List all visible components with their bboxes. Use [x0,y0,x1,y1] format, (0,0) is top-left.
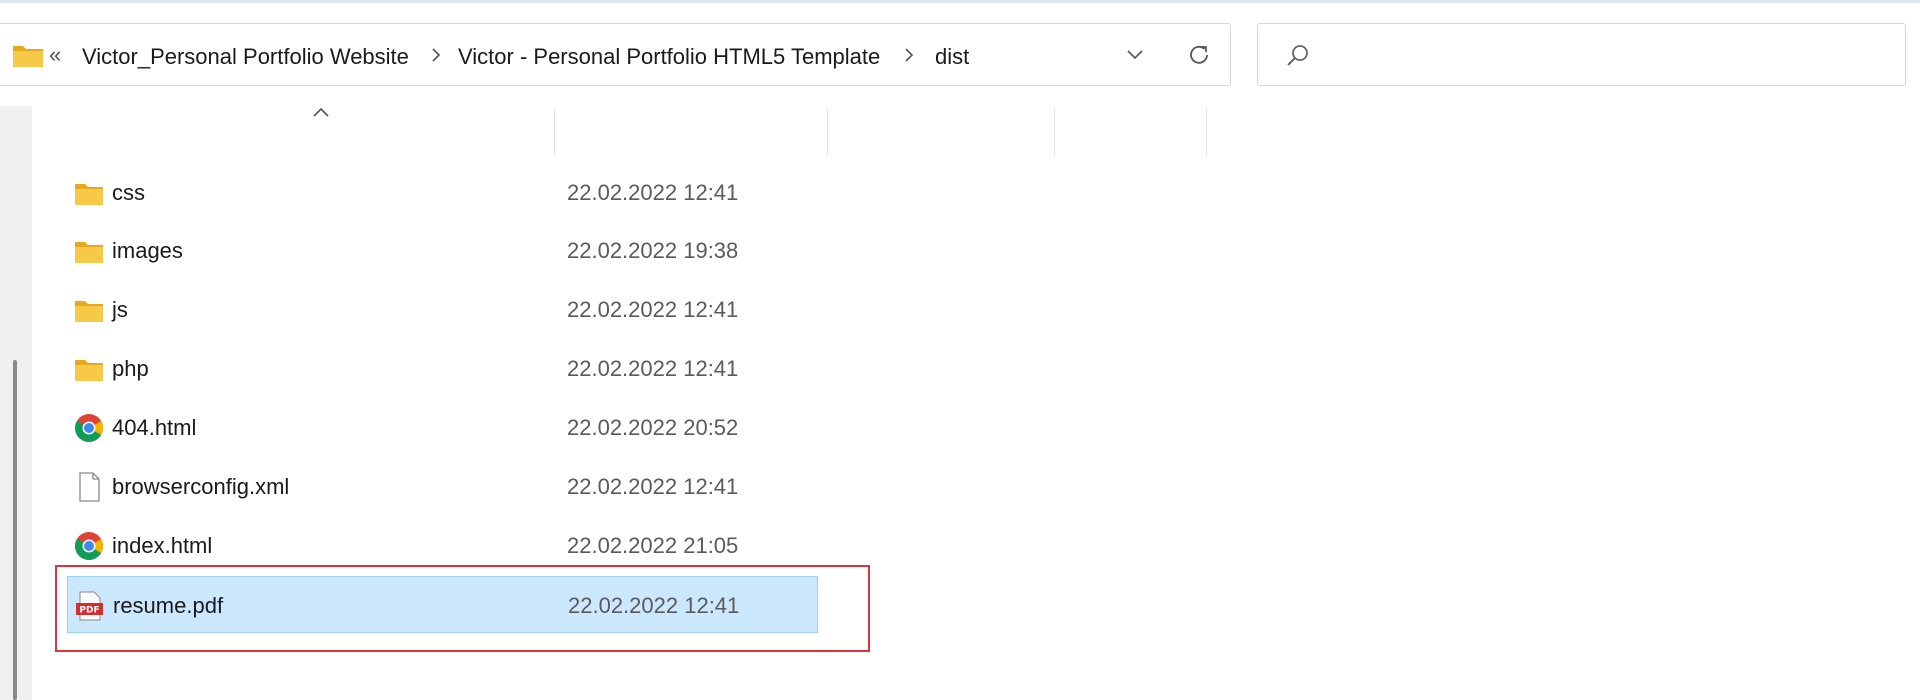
list-item[interactable]: js 22.02.2022 12:41 [67,281,818,338]
list-item[interactable]: 404.html 22.02.2022 20:52 [67,399,818,456]
breadcrumb-item-dist[interactable]: dist [935,44,969,70]
navigation-scrollbar[interactable] [13,360,17,700]
refresh-icon[interactable] [1185,41,1213,69]
folder-icon [75,242,103,263]
chrome-icon [75,414,103,442]
window-top-edge [0,0,1920,3]
breadcrumb-item-template[interactable]: Victor - Personal Portfolio HTML5 Templa… [458,44,880,70]
file-date-modified: 22.02.2022 12:41 [567,180,739,205]
file-name: index.html [112,533,213,558]
file-name: js [112,297,128,322]
folder-icon [75,301,103,322]
search-input[interactable] [1257,23,1906,86]
list-item[interactable]: browserconfig.xml 22.02.2022 12:41 [67,458,818,515]
folder-icon [75,184,103,205]
chevron-right-icon[interactable] [902,46,916,64]
list-item[interactable]: images 22.02.2022 19:38 [67,222,818,279]
chevron-right-icon[interactable] [429,46,443,64]
file-date-modified: 22.02.2022 12:41 [567,297,739,322]
file-date-modified: 22.02.2022 21:05 [567,533,739,558]
column-divider[interactable] [1206,108,1207,156]
file-date-modified: 22.02.2022 19:38 [567,238,739,263]
sort-ascending-icon[interactable] [310,104,332,120]
file-name: browserconfig.xml [112,474,290,499]
list-item[interactable]: php 22.02.2022 12:41 [67,340,818,397]
chevron-down-icon[interactable] [1125,46,1145,64]
folder-icon [75,360,103,381]
file-date-modified: 22.02.2022 20:52 [567,415,739,440]
chrome-icon [75,532,103,560]
column-divider[interactable] [554,108,555,156]
breadcrumb-item-website[interactable]: Victor_Personal Portfolio Website [82,44,409,70]
file-date-modified: 22.02.2022 12:41 [567,474,739,499]
file-name: 404.html [112,415,197,440]
file-name: php [112,356,149,381]
column-divider[interactable] [827,108,828,156]
highlight-annotation [55,565,870,652]
column-divider[interactable] [1054,108,1055,156]
search-icon [1287,45,1308,66]
list-item[interactable]: css 22.02.2022 12:41 [67,164,818,221]
file-icon [79,472,100,502]
file-name: images [112,238,183,263]
folder-icon [13,46,43,67]
breadcrumb-overflow-chevrons[interactable]: « [49,42,61,68]
file-date-modified: 22.02.2022 12:41 [567,356,739,381]
file-name: css [112,180,145,205]
address-bar[interactable]: « Victor_Personal Portfolio Website Vict… [0,23,1231,86]
